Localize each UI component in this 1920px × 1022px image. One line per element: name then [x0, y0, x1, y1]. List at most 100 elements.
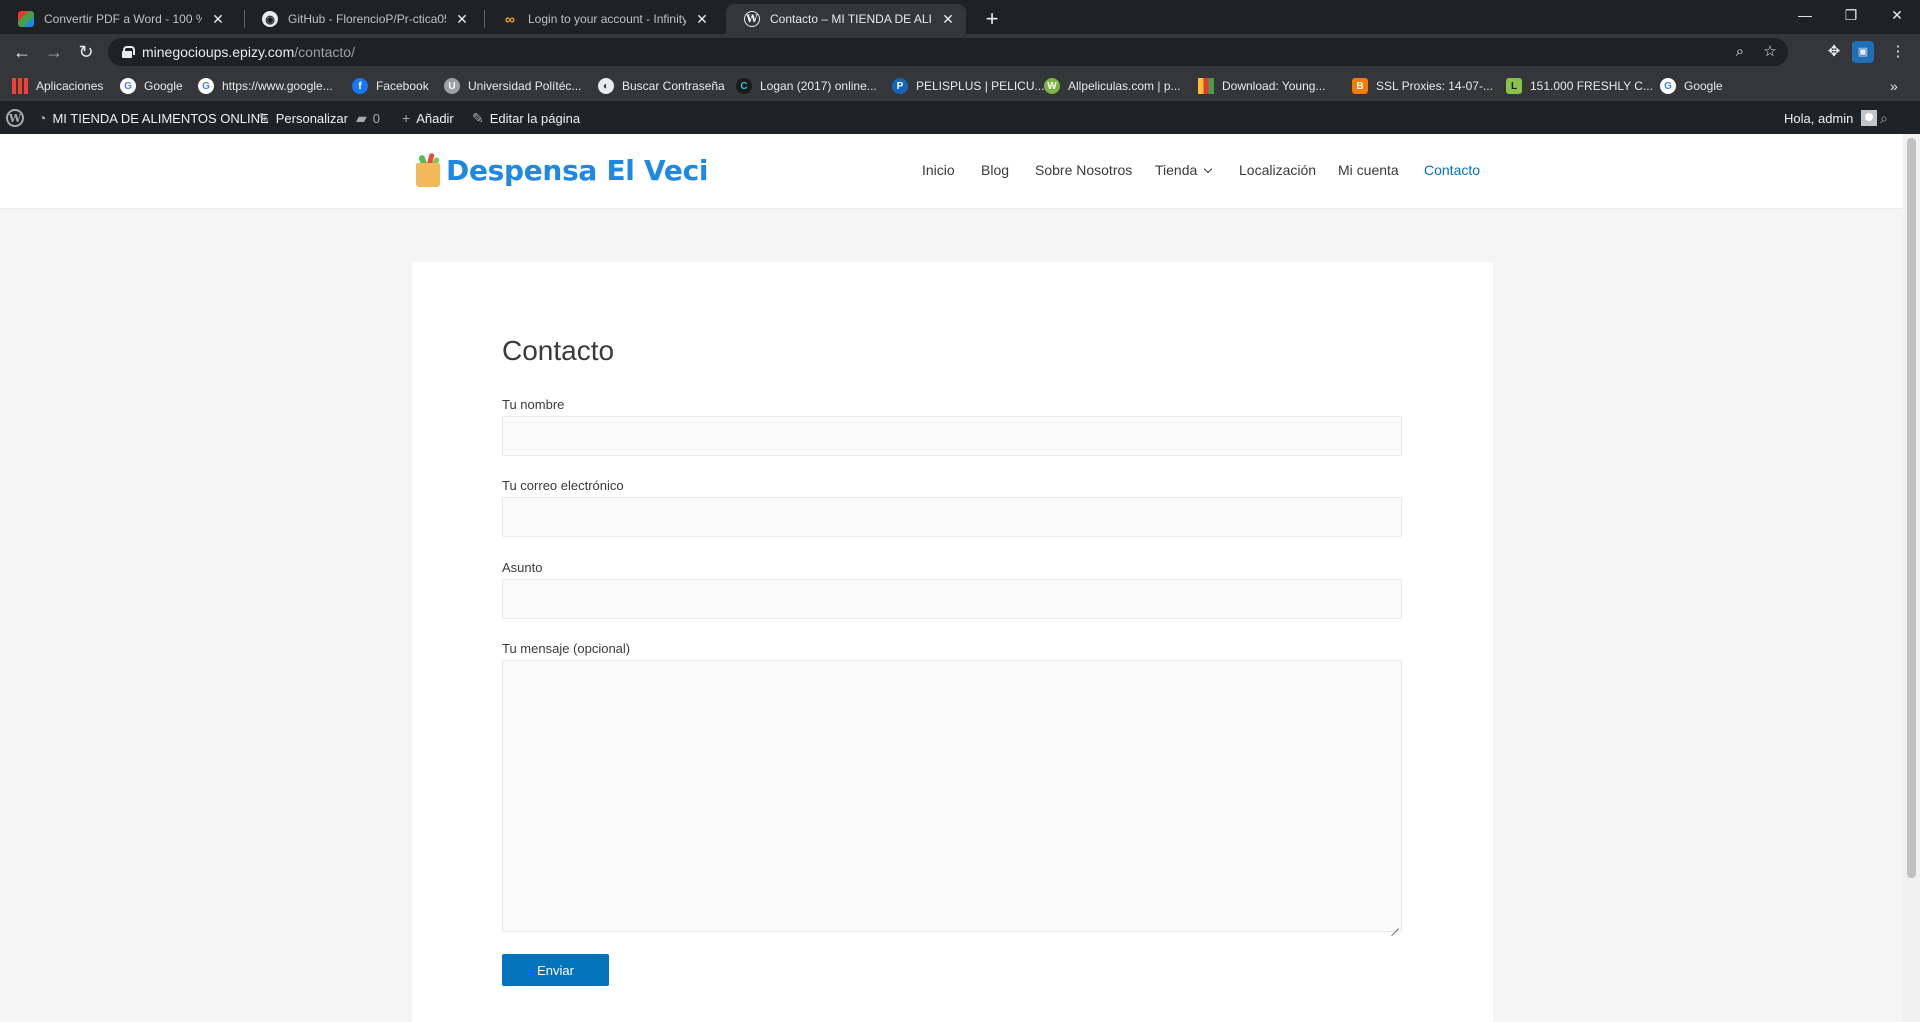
bookmark-label: Universidad Polítéc... [468, 79, 582, 93]
admin-account[interactable]: Hola, admin [1784, 102, 1878, 134]
bookmarks-bar: Aplicaciones G Google G https://www.goog… [0, 70, 1920, 102]
bookmark-allpeliculas[interactable]: W Allpeliculas.com | p... [1044, 77, 1181, 95]
blogger-icon: B [1352, 78, 1368, 94]
site-logo[interactable]: Despensa El Veci [414, 150, 708, 190]
restore-icon[interactable]: ❐ [1828, 0, 1874, 30]
message-field-label: Tu mensaje (opcional) [502, 641, 631, 656]
admin-search[interactable]: ⌕ [1880, 102, 1894, 134]
name-field[interactable] [502, 416, 1402, 456]
new-tab-button[interactable]: + [978, 6, 1006, 34]
bookmark-google-2[interactable]: G Google [1660, 77, 1723, 95]
bookmark-logan[interactable]: C Logan (2017) online... [736, 77, 877, 95]
submit-button[interactable]: Enviar [502, 954, 609, 986]
wp-admin-bar: W ◔ MI TIENDA DE ALIMENTOS ONLINE ✎ Pers… [0, 102, 1920, 134]
wp-logo-menu[interactable]: W [6, 102, 24, 134]
admin-site-name-label: MI TIENDA DE ALIMENTOS ONLINE [52, 110, 269, 126]
bookmark-facebook[interactable]: f Facebook [352, 77, 429, 95]
menu-item-inicio[interactable]: Inicio [922, 162, 955, 178]
grocery-bag-icon [414, 152, 442, 187]
admin-customize[interactable]: ✎ Personalizar [258, 102, 348, 134]
scrollbar-thumb[interactable] [1907, 138, 1916, 878]
menu-item-blog[interactable]: Blog [981, 162, 1009, 178]
email-field[interactable] [502, 497, 1402, 537]
bookmark-label: Logan (2017) online... [760, 79, 877, 93]
admin-edit-page[interactable]: ✎ Editar la página [472, 102, 580, 134]
window-close-icon[interactable]: ✕ [1874, 0, 1920, 30]
zoom-search-icon[interactable]: ⌕ [1726, 38, 1754, 66]
menu-item-tienda-label: Tienda [1155, 162, 1198, 178]
bookmark-download[interactable]: Download: Young... [1198, 77, 1325, 95]
avatar [1861, 110, 1878, 126]
bookmark-pelisplus[interactable]: P PELISPLUS | PELICU... [892, 77, 1045, 95]
browser-tab[interactable]: Convertir PDF a Word - 100 % gr ✕ [0, 4, 236, 34]
browser-tab[interactable]: ∞ Login to your account - InfinityFr ✕ [484, 4, 720, 34]
search-icon: ⌕ [1880, 109, 1888, 126]
menu-item-contacto[interactable]: Contacto [1424, 162, 1480, 178]
close-icon[interactable]: ✕ [940, 11, 956, 27]
bookmark-ssl-proxies[interactable]: B SSL Proxies: 14-07-... [1352, 77, 1493, 95]
dashboard-gauge-icon: ◔ [38, 110, 47, 126]
bookmark-label: PELISPLUS | PELICU... [916, 79, 1045, 93]
menu-item-tienda[interactable]: Tienda [1155, 162, 1213, 178]
admin-greeting: Hola, admin [1784, 110, 1854, 126]
admin-add-new-label: Añadir [416, 110, 454, 126]
apps-grid-icon [12, 78, 28, 94]
bookmark-universidad[interactable]: U Universidad Polítéc... [444, 77, 581, 95]
message-textarea[interactable] [502, 660, 1402, 932]
back-arrow-icon[interactable]: ← [10, 40, 34, 64]
bookmark-google-url[interactable]: G https://www.google... [198, 77, 333, 95]
url-path: /contacto/ [294, 44, 355, 60]
address-bar[interactable]: minegocioups.epizy.com/contacto/ ⌕ ☆ [108, 38, 1788, 66]
close-icon[interactable]: ✕ [210, 11, 226, 27]
admin-comments[interactable]: ▰ 0 [356, 102, 380, 134]
comment-bubble-icon: ▰ [356, 109, 367, 126]
close-icon[interactable]: ✕ [454, 11, 470, 27]
subject-field-label: Asunto [502, 560, 543, 575]
bookmark-star-icon[interactable]: ☆ [1756, 38, 1784, 66]
reload-icon[interactable]: ↻ [74, 40, 98, 64]
infinityfree-favicon-icon: ∞ [505, 11, 515, 27]
subject-field[interactable] [502, 579, 1402, 619]
browser-menu-icon[interactable]: ⋮ [1886, 40, 1910, 64]
email-field-label: Tu correo electrónico [502, 478, 624, 493]
bookmark-apps[interactable]: Aplicaciones [12, 77, 103, 95]
page-scrollbar[interactable] [1903, 134, 1920, 1022]
site-c-icon: C [736, 78, 752, 94]
tab-title: Convertir PDF a Word - 100 % gr [44, 12, 202, 26]
admin-customize-label: Personalizar [275, 110, 348, 126]
admin-add-new[interactable]: + Añadir [402, 102, 454, 134]
site-header: Despensa El Veci Inicio Blog Sobre Nosot… [0, 134, 1903, 209]
content-card: Contacto Tu nombre Tu correo electrónico… [412, 262, 1493, 1022]
bookmarks-overflow-icon[interactable]: » [1890, 77, 1898, 95]
resize-grip-icon[interactable] [1391, 921, 1399, 929]
minimize-icon[interactable]: — [1782, 0, 1828, 30]
tab-title: GitHub - FlorencioP/Pr-ctica05-- [288, 12, 446, 26]
forward-arrow-icon[interactable]: → [42, 40, 66, 64]
close-icon[interactable]: ✕ [694, 11, 710, 27]
browser-tab[interactable]: ◉ GitHub - FlorencioP/Pr-ctica05-- ✕ [244, 4, 480, 34]
bookmark-google[interactable]: G Google [120, 77, 183, 95]
bookmark-buscar-contrasena[interactable]: ◐ Buscar Contraseña [598, 77, 725, 95]
bookmark-label: 151.000 FRESHLY C... [1530, 79, 1653, 93]
bookmark-label: Aplicaciones [36, 79, 104, 93]
extension-icon[interactable]: ▣ [1852, 41, 1874, 63]
pdf-converter-favicon-icon [18, 11, 34, 27]
wordpress-favicon-icon: W [744, 11, 760, 27]
admin-comments-count: 0 [372, 110, 381, 126]
extensions-puzzle-icon[interactable]: ✥ [1822, 40, 1846, 64]
browser-tabstrip: Convertir PDF a Word - 100 % gr ✕ ◉ GitH… [0, 0, 1920, 34]
pelisplus-icon: P [892, 78, 908, 94]
bookmark-label: Download: Young... [1222, 79, 1326, 93]
admin-site-name[interactable]: ◔ MI TIENDA DE ALIMENTOS ONLINE [38, 102, 269, 134]
tab-title: Contacto – MI TIENDA DE ALIME [770, 12, 932, 26]
bookmark-label: Buscar Contraseña [622, 79, 725, 93]
wordpress-logo-icon: W [6, 109, 24, 127]
page-viewport: Despensa El Veci Inicio Blog Sobre Nosot… [0, 134, 1903, 1022]
menu-item-localizacion[interactable]: Localización [1239, 162, 1316, 178]
menu-item-sobre-nosotros[interactable]: Sobre Nosotros [1035, 162, 1132, 178]
menu-item-mi-cuenta[interactable]: Mi cuenta [1338, 162, 1399, 178]
browser-tab-active[interactable]: W Contacto – MI TIENDA DE ALIME ✕ [726, 4, 966, 34]
bookmark-freshly[interactable]: L 151.000 FRESHLY C... [1506, 77, 1653, 95]
site-logo-text: Despensa El Veci [446, 153, 709, 187]
github-favicon-icon: ◉ [262, 11, 278, 27]
